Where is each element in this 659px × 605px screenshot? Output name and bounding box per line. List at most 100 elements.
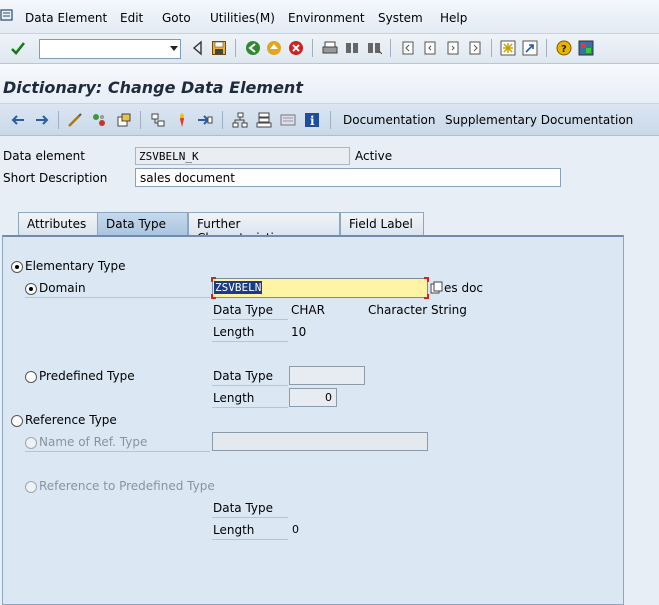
chevron-down-icon[interactable]	[170, 46, 178, 51]
menu-data-element[interactable]: Data Element	[25, 11, 107, 25]
domain-data-type-label: Data Type	[213, 303, 274, 317]
shortcut-icon[interactable]	[522, 40, 538, 56]
elementary-type-label: Elementary Type	[25, 259, 126, 273]
first-page-icon[interactable]	[400, 40, 416, 56]
find-next-icon[interactable]	[366, 40, 382, 56]
svg-text:?: ?	[561, 44, 567, 55]
display-change-icon[interactable]	[67, 112, 83, 128]
system-menu-icon[interactable]	[0, 8, 14, 22]
menu-environment[interactable]: Environment	[288, 11, 365, 25]
other-object-icon[interactable]	[116, 112, 132, 128]
last-page-icon[interactable]	[467, 40, 483, 56]
save-icon[interactable]	[211, 40, 227, 56]
toolbar-separator	[546, 39, 547, 57]
label-underline	[212, 385, 288, 386]
data-element-field: ZSVBELN_K	[135, 147, 350, 165]
supplementary-documentation-button[interactable]: Supplementary Documentation	[445, 113, 633, 127]
domain-radio[interactable]	[25, 283, 37, 295]
name-of-ref-type-radio	[25, 437, 37, 449]
ref-length-value: 0	[292, 523, 299, 536]
label-underline	[212, 539, 288, 540]
print-icon[interactable]	[322, 40, 338, 56]
menu-help[interactable]: Help	[440, 11, 467, 25]
short-description-label: Short Description	[3, 171, 108, 185]
back-arrow-icon[interactable]	[190, 40, 206, 56]
info-icon[interactable]: i	[304, 112, 320, 128]
predefined-data-type-field	[289, 366, 365, 385]
label-underline	[212, 341, 288, 342]
label-underline	[212, 319, 288, 320]
tab-data-type[interactable]: Data Type	[97, 212, 188, 236]
name-of-ref-type-field	[212, 432, 428, 451]
where-used-icon[interactable]	[150, 112, 166, 128]
enter-icon[interactable]	[10, 40, 26, 56]
documentation-button[interactable]: Documentation	[343, 113, 436, 127]
command-field[interactable]	[39, 39, 181, 59]
domain-description: es doc	[444, 281, 484, 295]
reference-type-label: Reference Type	[25, 413, 117, 427]
layout-menu-icon[interactable]	[578, 40, 594, 56]
menu-utilities[interactable]: Utilities(M)	[210, 11, 275, 25]
toolbar-separator	[390, 39, 391, 57]
next-page-icon[interactable]	[445, 40, 461, 56]
toolbar-separator	[140, 111, 141, 129]
label-underline	[212, 407, 288, 408]
domain-data-type-value: CHAR	[291, 303, 325, 317]
toolbar-separator	[491, 39, 492, 57]
reference-to-predefined-radio	[25, 481, 37, 493]
page-title: Dictionary: Change Data Element	[3, 78, 303, 97]
domain-length-value: 10	[291, 325, 307, 339]
predefined-length-label: Length	[213, 391, 255, 405]
domain-input-selected-text: ZSVBELN	[214, 281, 263, 294]
help-icon[interactable]: ?	[556, 40, 572, 56]
elementary-type-radio[interactable]	[11, 261, 23, 273]
arrow-left-icon[interactable]	[10, 112, 26, 128]
predefined-type-radio[interactable]	[25, 371, 37, 383]
find-icon[interactable]	[344, 40, 360, 56]
menu-system[interactable]: System	[378, 11, 423, 25]
data-element-label: Data element	[3, 149, 85, 163]
cancel-icon[interactable]	[288, 40, 304, 56]
menu-bar: Data Element Edit Goto Utilities(M) Envi…	[0, 0, 659, 34]
domain-data-type-description: Character String	[368, 303, 467, 317]
hierarchy-icon[interactable]	[232, 112, 248, 128]
menu-goto[interactable]: Goto	[162, 11, 191, 25]
activate-icon[interactable]	[174, 112, 190, 128]
screen-icon[interactable]	[280, 112, 296, 128]
prev-page-icon[interactable]	[422, 40, 438, 56]
ref-data-type-label: Data Type	[213, 501, 274, 515]
new-session-icon[interactable]	[500, 40, 516, 56]
tab-further-characteristics[interactable]: Further Characteristics	[188, 212, 340, 245]
domain-length-label: Length	[213, 325, 255, 339]
short-description-field[interactable]: sales document	[135, 168, 561, 187]
active-inactive-icon[interactable]	[91, 112, 107, 128]
predefined-length-field: 0	[289, 388, 337, 407]
domain-label: Domain	[39, 281, 86, 295]
svg-text:i: i	[310, 114, 315, 128]
menu-edit[interactable]: Edit	[120, 11, 143, 25]
tab-attributes[interactable]: Attributes	[18, 212, 98, 236]
domain-input[interactable]: ZSVBELN	[211, 277, 429, 299]
title-bar: Dictionary: Change Data Element	[0, 64, 659, 104]
reference-type-radio[interactable]	[11, 415, 23, 427]
focus-marker	[424, 294, 429, 299]
tab-field-label[interactable]: Field Label	[340, 212, 424, 236]
predefined-data-type-label: Data Type	[213, 369, 274, 383]
predefined-type-label: Predefined Type	[39, 369, 135, 383]
name-of-ref-type-label: Name of Ref. Type	[39, 435, 148, 449]
toolbar-separator	[58, 111, 59, 129]
toolbar-separator	[222, 111, 223, 129]
exit-icon[interactable]	[266, 40, 282, 56]
label-underline	[25, 451, 210, 452]
navigate-icon[interactable]	[197, 112, 213, 128]
focus-marker	[424, 277, 429, 282]
back-green-icon[interactable]	[245, 40, 261, 56]
toolbar-separator	[312, 39, 313, 57]
label-underline	[212, 517, 288, 518]
stack-icon[interactable]	[256, 112, 272, 128]
application-toolbar: i Documentation Supplementary Documentat…	[0, 104, 659, 136]
focus-marker	[211, 294, 216, 299]
arrow-right-icon[interactable]	[34, 112, 50, 128]
label-underline	[25, 297, 210, 298]
copy-icon[interactable]	[430, 281, 443, 294]
